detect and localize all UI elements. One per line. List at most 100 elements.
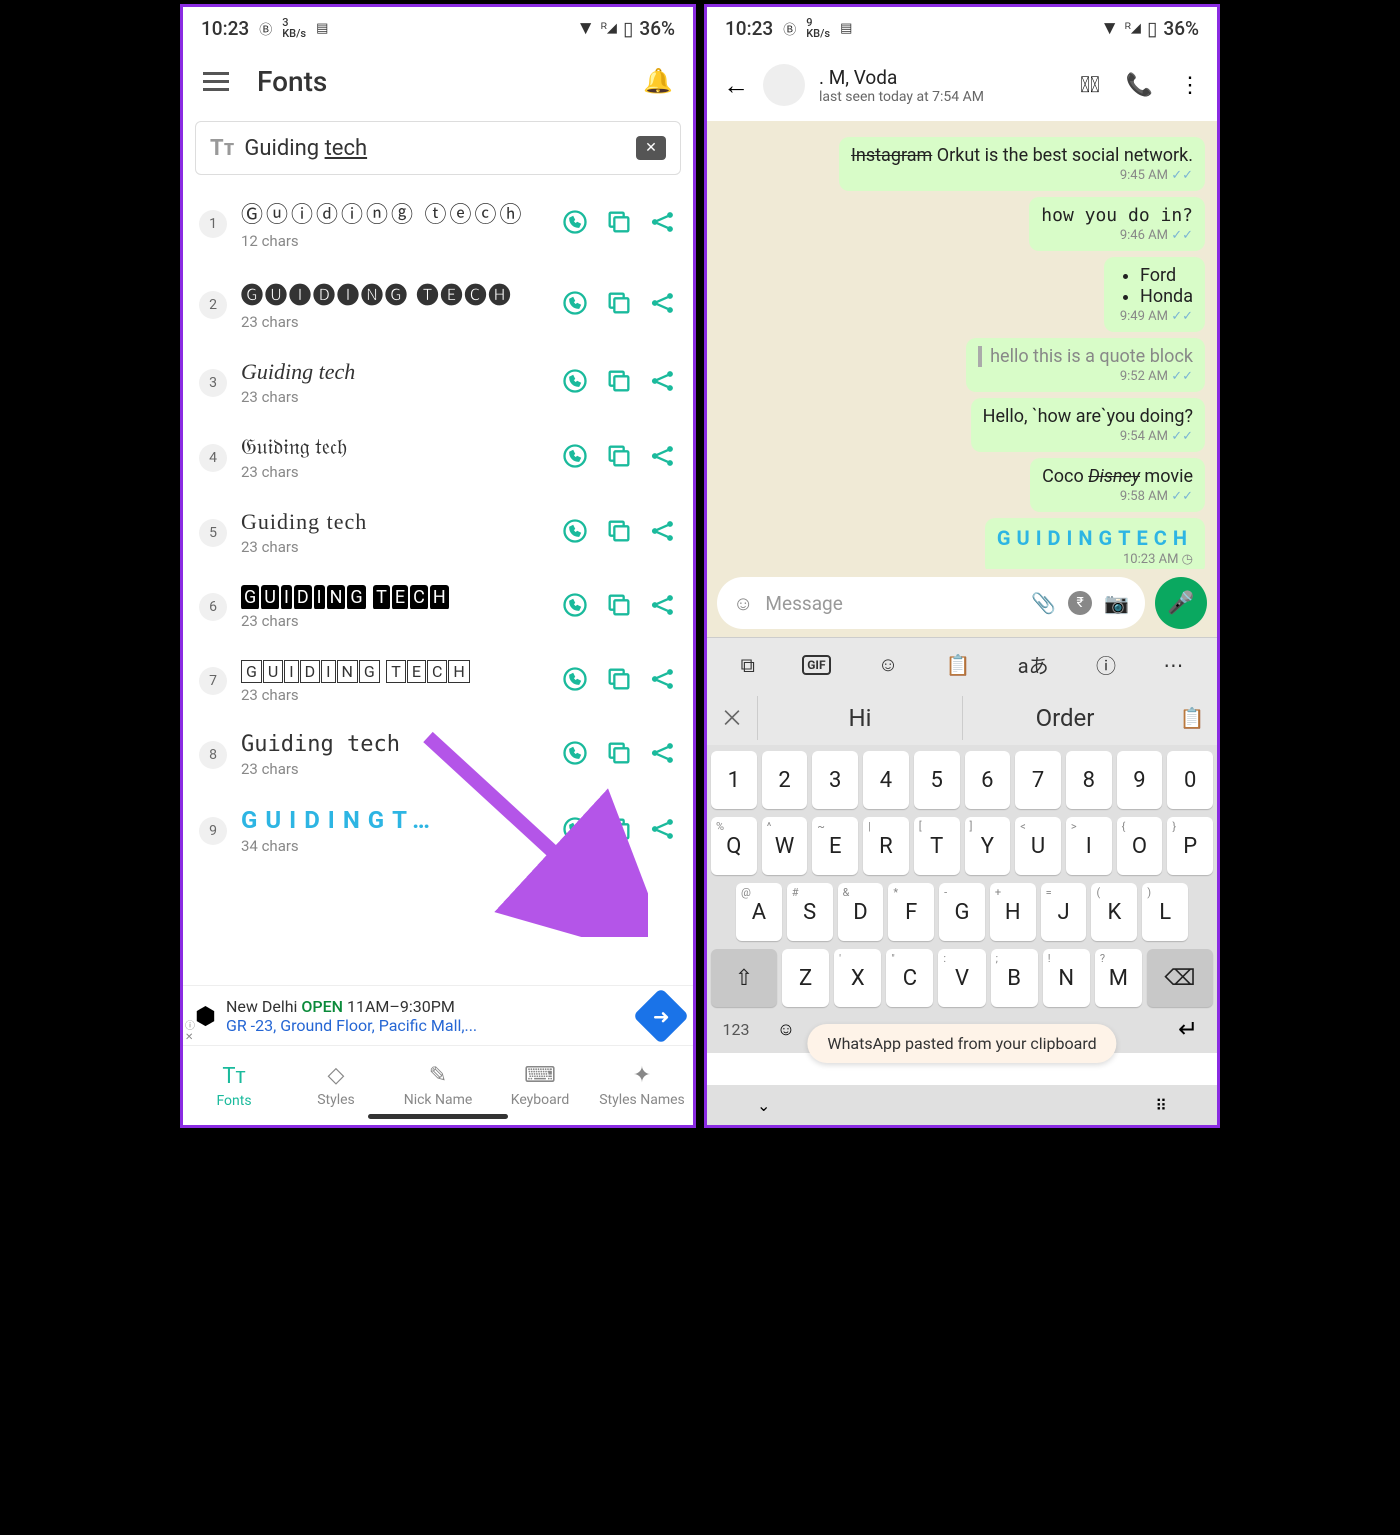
attach-icon[interactable]: 📎: [1031, 591, 1056, 615]
video-call-icon[interactable]: ▢⃞: [1080, 73, 1100, 98]
key-C[interactable]: "C: [886, 949, 933, 1007]
key-G[interactable]: -G: [939, 883, 985, 941]
key-7[interactable]: 7: [1015, 751, 1061, 809]
key-⇧[interactable]: ⇧: [711, 949, 777, 1007]
message-bubble[interactable]: FordHonda9:49 AM ✓✓: [1104, 257, 1205, 332]
share-icon[interactable]: [649, 517, 677, 549]
key-0[interactable]: 0: [1167, 751, 1213, 809]
share-icon[interactable]: [649, 289, 677, 321]
key-⌫[interactable]: ⌫: [1147, 949, 1213, 1007]
clear-icon[interactable]: ✕: [636, 136, 666, 160]
search-input[interactable]: Guiding tech: [244, 136, 626, 161]
key-4[interactable]: 4: [863, 751, 909, 809]
key-3[interactable]: 3: [812, 751, 858, 809]
copy-icon[interactable]: [605, 739, 633, 771]
share-icon[interactable]: [649, 665, 677, 697]
key-F[interactable]: *F: [888, 883, 934, 941]
whatsapp-share-icon[interactable]: [561, 665, 589, 697]
key-R[interactable]: |R: [863, 817, 909, 875]
key-6[interactable]: 6: [965, 751, 1011, 809]
whatsapp-share-icon[interactable]: [561, 739, 589, 771]
whatsapp-share-icon[interactable]: [561, 517, 589, 549]
gif-icon[interactable]: GIF: [802, 655, 830, 675]
copy-icon[interactable]: [605, 289, 633, 321]
key-W[interactable]: ^W: [762, 817, 808, 875]
share-icon[interactable]: [649, 442, 677, 474]
nav-down-icon[interactable]: ⌄: [757, 1096, 770, 1115]
translate-icon[interactable]: aあ: [1018, 650, 1049, 679]
sticker2-icon[interactable]: ☺: [878, 652, 898, 677]
clipboard-icon[interactable]: 📋: [946, 653, 971, 677]
key-E[interactable]: ~E: [812, 817, 858, 875]
bell-icon[interactable]: 🔔: [643, 67, 673, 95]
key-O[interactable]: {O: [1117, 817, 1163, 875]
message-bubble[interactable]: GUIDINGTECH10:23 AM ◷: [985, 518, 1205, 569]
key-Z[interactable]: Z: [782, 949, 829, 1007]
copy-icon[interactable]: [605, 815, 633, 847]
key-X[interactable]: 'X: [834, 949, 881, 1007]
key-D[interactable]: &D: [838, 883, 884, 941]
clipboard-suggestion-icon[interactable]: 📋: [1167, 706, 1217, 730]
camera-icon[interactable]: 📷: [1104, 591, 1129, 615]
message-bubble[interactable]: how you do in?9:46 AM ✓✓: [1029, 197, 1205, 251]
message-bubble[interactable]: hello this is a quote block9:52 AM ✓✓: [966, 338, 1205, 392]
rupee-icon[interactable]: ₹: [1068, 591, 1092, 615]
share-icon[interactable]: [649, 739, 677, 771]
copy-icon[interactable]: [605, 208, 633, 240]
copy-icon[interactable]: [605, 665, 633, 697]
avatar[interactable]: [763, 64, 805, 106]
whatsapp-share-icon[interactable]: [561, 208, 589, 240]
search-box[interactable]: Tᴛ Guiding tech ✕: [195, 121, 681, 175]
key-I[interactable]: >I: [1066, 817, 1112, 875]
copy-icon[interactable]: [605, 591, 633, 623]
key-emoji[interactable]: ☺: [766, 1019, 806, 1040]
message-bubble[interactable]: Hello, `how are`you doing?9:54 AM ✓✓: [971, 398, 1205, 452]
copy-icon[interactable]: [605, 367, 633, 399]
whatsapp-share-icon[interactable]: [561, 815, 589, 847]
emoji-icon[interactable]: ☺: [733, 591, 753, 616]
key-V[interactable]: :V: [938, 949, 985, 1007]
key-5[interactable]: 5: [914, 751, 960, 809]
stickers-icon[interactable]: ⧉: [741, 653, 755, 677]
chat-area[interactable]: Instagram Orkut is the best social netwo…: [707, 121, 1217, 569]
kb-more-icon[interactable]: ⋯: [1163, 653, 1183, 677]
whatsapp-share-icon[interactable]: [561, 367, 589, 399]
info-icon[interactable]: ⓘ: [1096, 650, 1116, 679]
whatsapp-share-icon[interactable]: [561, 591, 589, 623]
key-K[interactable]: (K: [1091, 883, 1137, 941]
whatsapp-share-icon[interactable]: [561, 442, 589, 474]
message-bubble[interactable]: Coco Disney movie9:58 AM ✓✓: [1030, 458, 1205, 512]
contact-info[interactable]: . M, Voda last seen today at 7:54 AM: [819, 66, 1066, 105]
nav-fonts[interactable]: TᴛFonts: [183, 1046, 285, 1125]
key-Y[interactable]: ]Y: [965, 817, 1011, 875]
ad-banner[interactable]: ⬢ New Delhi OPEN 11AM–9:30PM GR -23, Gro…: [183, 985, 693, 1045]
key-P[interactable]: }P: [1167, 817, 1213, 875]
copy-icon[interactable]: [605, 517, 633, 549]
key-N[interactable]: !N: [1043, 949, 1090, 1007]
key-J[interactable]: =J: [1041, 883, 1087, 941]
directions-icon[interactable]: ➜: [633, 987, 690, 1044]
key-S[interactable]: #S: [787, 883, 833, 941]
key-T[interactable]: [T: [914, 817, 960, 875]
key-U[interactable]: <U: [1015, 817, 1061, 875]
message-bubble[interactable]: Instagram Orkut is the best social netwo…: [839, 137, 1205, 191]
copy-icon[interactable]: [605, 442, 633, 474]
key-1[interactable]: 1: [711, 751, 757, 809]
key-2[interactable]: 2: [762, 751, 808, 809]
key-H[interactable]: +H: [990, 883, 1036, 941]
key-Q[interactable]: %Q: [711, 817, 757, 875]
suggestion[interactable]: Order: [962, 696, 1167, 740]
nav-styles-names[interactable]: ✦Styles Names: [591, 1046, 693, 1125]
key-B[interactable]: ;B: [991, 949, 1038, 1007]
back-arrow-icon[interactable]: ←: [723, 70, 749, 101]
key-enter[interactable]: ↵: [1163, 1015, 1213, 1043]
share-icon[interactable]: [649, 815, 677, 847]
whatsapp-share-icon[interactable]: [561, 289, 589, 321]
key-8[interactable]: 8: [1066, 751, 1112, 809]
hamburger-icon[interactable]: [203, 72, 229, 91]
share-icon[interactable]: [649, 367, 677, 399]
message-input[interactable]: ☺ Message 📎 ₹ 📷: [717, 577, 1145, 629]
key-L[interactable]: )L: [1142, 883, 1188, 941]
suggestion[interactable]: Hi: [757, 696, 962, 740]
share-icon[interactable]: [649, 208, 677, 240]
